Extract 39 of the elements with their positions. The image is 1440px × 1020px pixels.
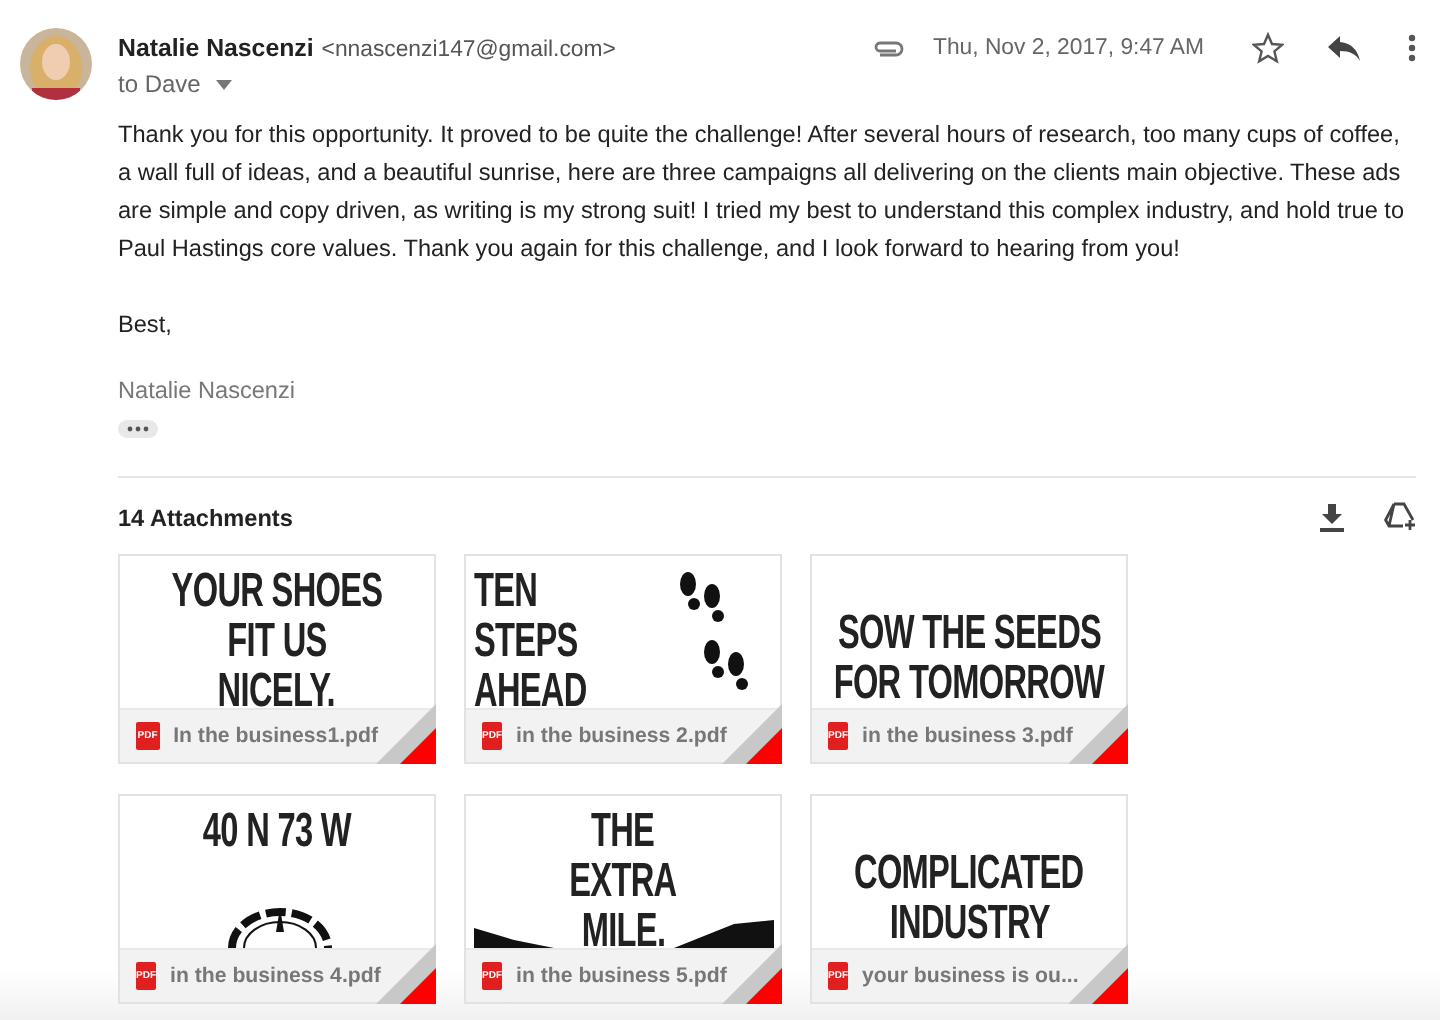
preview-text: THE — [591, 806, 655, 856]
download-icon[interactable] — [1320, 503, 1344, 531]
message-paragraph: Thank you for this opportunity. It proved to be quite the challenge! After several hours of research, too many cups of coffee, a wall full of ideas, and a beautiful sunrise, here are three campaigns all delivering on the clients main objective. These ads are simple and copy driven, as writing is my strong suit! I tried my best to understand this complex industry, and hold true to Paul Hastings core values. Thank you again for this challenge, and I look forward to hearing from you! — [118, 118, 1407, 266]
preview-text: FOR TOMORROW — [833, 658, 1105, 708]
preview-text: YOUR SHOES — [171, 566, 383, 616]
show-trimmed-button[interactable] — [118, 420, 158, 438]
email-date: Thu, Nov 2, 2017, 9:47 AM — [932, 36, 1204, 60]
preview-text: TEN — [474, 566, 538, 616]
attachment-filename: in the business 2.pdf — [516, 724, 727, 748]
avatar — [20, 28, 92, 100]
preview-text: COMPLICATED — [854, 848, 1084, 898]
preview-text: SOW THE SEEDS — [837, 608, 1101, 658]
signature: Natalie Nascenzi — [118, 376, 298, 404]
drive-add-icon[interactable] — [1384, 502, 1416, 532]
preview-text: FIT US — [227, 616, 327, 666]
preview-text: 40 N 73 W — [202, 806, 352, 856]
reply-button[interactable] — [1328, 35, 1360, 61]
preview-text: MILE. — [581, 906, 665, 948]
attachments-title: 14 Attachments — [118, 503, 293, 531]
star-button[interactable] — [1252, 32, 1284, 64]
more-options-button[interactable] — [1408, 34, 1416, 62]
attachment-filename: in the business 4.pdf — [170, 964, 381, 988]
sender-name: Natalie Nascenzi — [118, 34, 314, 62]
folded-corner-icon — [376, 704, 436, 764]
sender-email: <nnascenzi147@gmail.com> — [321, 38, 616, 62]
preview-text: NICELY. — [218, 666, 336, 708]
attachment-filename: In the business1.pdf — [173, 724, 378, 748]
ellipsis-icon — [126, 426, 150, 432]
attachment-filename: in the business 5.pdf — [516, 964, 727, 988]
paperclip-icon — [872, 39, 905, 57]
message-paragraph: Best, — [118, 308, 174, 342]
preview-text: AHEAD — [474, 666, 587, 708]
preview-text: INDUSTRY — [888, 898, 1050, 948]
preview-text: STEPS — [474, 616, 578, 666]
attachment-filename: in the business 3.pdf — [862, 724, 1073, 748]
preview-text: EXTRA — [569, 856, 677, 906]
recipient-dropdown[interactable]: to Dave — [118, 70, 616, 98]
caret-icon — [216, 79, 233, 89]
attachment-filename: your business is ou... — [862, 964, 1079, 988]
